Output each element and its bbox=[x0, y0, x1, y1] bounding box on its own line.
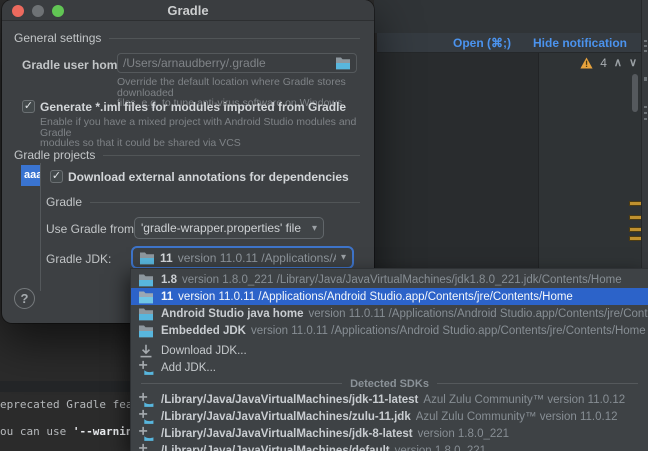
jdk-option-android-studio-java-home[interactable]: Android Studio java homeversion 11.0.11 … bbox=[131, 305, 648, 322]
jdk-option-embedded-jdk[interactable]: Embedded JDKversion 11.0.11 /Application… bbox=[131, 322, 648, 339]
generate-iml-label[interactable]: Generate *.iml files for modules importe… bbox=[40, 100, 346, 114]
folder-icon bbox=[138, 289, 154, 305]
tool-stripe-mark bbox=[644, 118, 647, 120]
add-folder-icon bbox=[138, 443, 154, 451]
screen: Open (⌘;) Hide notification 4 ∧ ∨ epreca… bbox=[0, 0, 648, 451]
use-gradle-from-label: Use Gradle from: bbox=[46, 222, 137, 236]
gradle-projects-section-header: Gradle projects bbox=[14, 148, 360, 162]
warning-icon bbox=[580, 57, 593, 69]
panel-scrollbar[interactable] bbox=[632, 74, 638, 112]
gradle-user-home-value: /Users/arnaudberry/.gradle bbox=[123, 56, 335, 70]
add-folder-icon bbox=[138, 360, 154, 376]
help-button[interactable]: ? bbox=[14, 288, 35, 309]
chevron-down-icon: ▾ bbox=[341, 252, 346, 263]
add-jdk-item[interactable]: Add JDK... bbox=[131, 359, 648, 376]
editor-top-strip bbox=[374, 0, 641, 33]
dialog-title: Gradle bbox=[167, 3, 208, 18]
detected-sdk-jdk-11-latest[interactable]: /Library/Java/JavaVirtualMachines/jdk-11… bbox=[131, 391, 648, 408]
detected-sdk-jdk-8-latest[interactable]: /Library/Java/JavaVirtualMachines/jdk-8-… bbox=[131, 425, 648, 442]
jdk-option-1.8[interactable]: 1.8version 1.8.0_221 /Library/Java/JavaV… bbox=[131, 271, 648, 288]
general-settings-section-header: General settings bbox=[14, 31, 360, 45]
warning-count: 4 bbox=[600, 56, 607, 70]
folder-icon bbox=[138, 306, 154, 322]
add-folder-icon bbox=[138, 392, 154, 408]
minimize-button bbox=[32, 5, 44, 17]
add-folder-icon bbox=[138, 426, 154, 442]
folder-icon bbox=[138, 272, 154, 288]
close-button[interactable] bbox=[12, 5, 24, 17]
folder-icon bbox=[138, 323, 154, 339]
tool-stripe-mark bbox=[644, 77, 647, 81]
tool-stripe-mark bbox=[644, 45, 647, 47]
detected-sdk-default[interactable]: /Library/Java/JavaVirtualMachines/defaul… bbox=[131, 442, 648, 451]
project-list-divider bbox=[40, 163, 41, 291]
problems-toolbar: 4 ∧ ∨ bbox=[580, 56, 637, 70]
detected-sdk-zulu-11[interactable]: /Library/Java/JavaVirtualMachines/zulu-1… bbox=[131, 408, 648, 425]
jdk-option-11-selected[interactable]: 11version 11.0.11 /Applications/Android … bbox=[131, 288, 648, 305]
gradle-jdk-select[interactable]: 11 version 11.0.11 /Applications/Androic… bbox=[131, 246, 354, 269]
gradle-user-home-label: Gradle user home: bbox=[22, 58, 128, 72]
download-annotations-checkbox[interactable]: ✓ bbox=[50, 170, 63, 183]
tool-stripe-mark bbox=[644, 112, 647, 114]
download-annotations-label[interactable]: Download external annotations for depend… bbox=[68, 170, 349, 184]
open-settings-link[interactable]: Open (⌘;) bbox=[453, 36, 511, 50]
tool-stripe-mark bbox=[644, 106, 647, 108]
generate-iml-checkbox[interactable]: ✓ bbox=[22, 100, 35, 113]
previous-warning-button[interactable]: ∧ bbox=[614, 58, 622, 69]
sync-notification-banner: Open (⌘;) Hide notification bbox=[377, 33, 641, 53]
dialog-titlebar[interactable]: Gradle bbox=[2, 0, 374, 21]
next-warning-button[interactable]: ∨ bbox=[629, 58, 637, 69]
hide-notification-link[interactable]: Hide notification bbox=[533, 36, 627, 50]
detected-sdks-separator: Detected SDKs bbox=[131, 376, 648, 391]
add-folder-icon bbox=[138, 409, 154, 425]
download-icon bbox=[138, 343, 154, 359]
gradle-subsection-header: Gradle bbox=[46, 195, 360, 209]
folder-browse-icon[interactable] bbox=[335, 55, 351, 71]
traffic-lights bbox=[12, 5, 64, 17]
project-list-item[interactable]: aaa bbox=[21, 165, 40, 186]
generate-iml-hint: Enable if you have a mixed project with … bbox=[40, 117, 360, 149]
gradle-jdk-label: Gradle JDK: bbox=[46, 252, 111, 266]
tool-stripe-mark bbox=[644, 50, 647, 52]
folder-icon bbox=[139, 250, 155, 266]
gradle-user-home-field[interactable]: /Users/arnaudberry/.gradle bbox=[117, 53, 357, 73]
zoom-button[interactable] bbox=[52, 5, 64, 17]
download-jdk-item[interactable]: Download JDK... bbox=[131, 342, 648, 359]
use-gradle-from-select[interactable]: 'gradle-wrapper.properties' file ▾ bbox=[134, 217, 324, 239]
gradle-jdk-popup: 1.8version 1.8.0_221 /Library/Java/JavaV… bbox=[130, 268, 648, 451]
chevron-down-icon: ▾ bbox=[312, 223, 317, 234]
tool-stripe-mark bbox=[644, 40, 647, 42]
